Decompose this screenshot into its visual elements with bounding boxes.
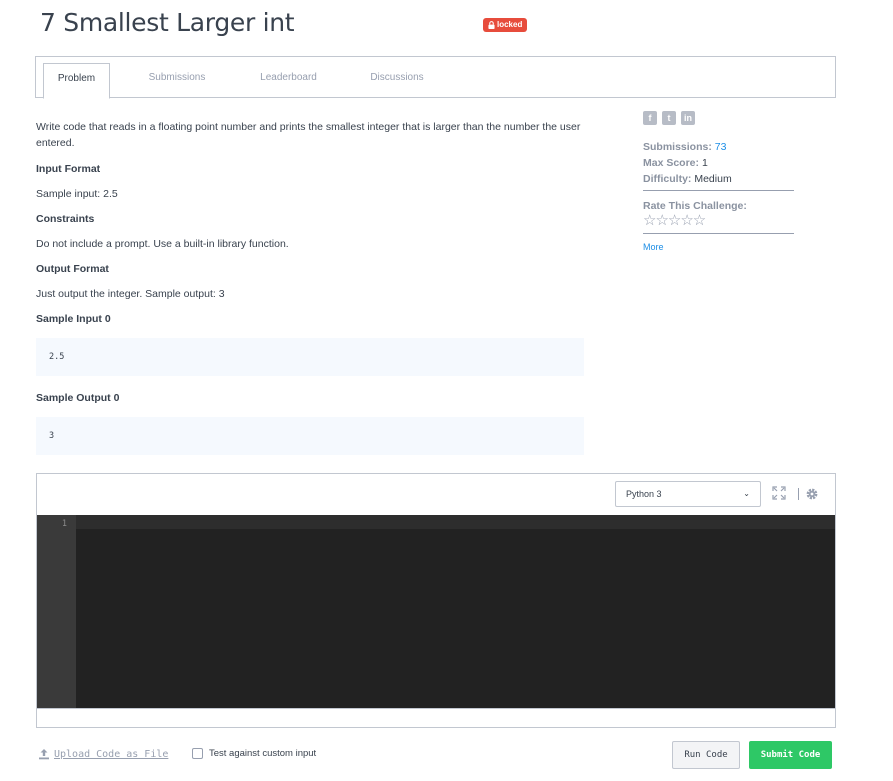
- tab-problem[interactable]: Problem: [43, 63, 110, 99]
- code-textarea[interactable]: 1: [37, 515, 835, 708]
- challenge-tabs: Problem Submissions Leaderboard Discussi…: [35, 56, 836, 99]
- lock-icon: [488, 21, 495, 29]
- linkedin-icon[interactable]: in: [681, 111, 695, 125]
- rating-stars[interactable]: ☆☆☆☆☆: [643, 213, 795, 229]
- active-line: [76, 515, 835, 529]
- editor-statusbar: [37, 708, 835, 727]
- problem-description: Write code that reads in a floating poin…: [36, 121, 581, 149]
- code-body: [76, 529, 835, 708]
- upload-code-label[interactable]: Upload Code as File: [54, 749, 168, 760]
- more-link[interactable]: More: [643, 242, 795, 252]
- tab-discussions[interactable]: Discussions: [358, 67, 436, 99]
- max-score-value: 1: [701, 157, 708, 169]
- custom-input-checkbox[interactable]: [192, 748, 203, 759]
- rate-label: Rate This Challenge:: [643, 200, 747, 212]
- tab-submissions[interactable]: Submissions: [136, 67, 218, 99]
- output-format-text: Just output the integer. Sample output: …: [36, 288, 225, 300]
- page-title: 7 Smallest Larger int: [40, 8, 295, 37]
- code-editor: Python 3 ⌄ 1: [36, 473, 836, 728]
- badge-label: locked: [497, 20, 523, 29]
- upload-icon: [39, 749, 49, 760]
- problem-statement: Write code that reads in a floating poin…: [36, 119, 584, 471]
- sample-output-heading: Sample Output 0: [36, 392, 120, 404]
- language-value: Python 3: [626, 489, 662, 499]
- upload-code-link[interactable]: Upload Code as File: [38, 748, 168, 760]
- chevron-down-icon: ⌄: [743, 489, 750, 498]
- input-format-text: Sample input: 2.5: [36, 188, 118, 200]
- submissions-label: Submissions:: [643, 141, 712, 153]
- sample-input-heading: Sample Input 0: [36, 313, 111, 325]
- divider: [643, 190, 794, 191]
- input-format-heading: Input Format: [36, 163, 101, 175]
- submissions-stat: Submissions: 73: [643, 139, 795, 155]
- challenge-sidebar: f t in Submissions: 73 Max Score: 1 Diff…: [643, 111, 795, 252]
- sample-output-box: 3: [36, 417, 584, 455]
- sample-input-box: 2.5: [36, 338, 584, 376]
- submit-code-button[interactable]: Submit Code: [749, 741, 832, 769]
- fullscreen-icon[interactable]: [772, 486, 786, 500]
- social-share: f t in: [643, 111, 795, 125]
- constraints-text: Do not include a prompt. Use a built-in …: [36, 238, 289, 250]
- run-code-button[interactable]: Run Code: [672, 741, 740, 769]
- locked-badge: locked: [483, 18, 528, 32]
- line-number: 1: [61, 519, 67, 529]
- submissions-count-link[interactable]: 73: [715, 141, 727, 153]
- max-score-label: Max Score:: [643, 157, 700, 169]
- divider: [643, 233, 794, 234]
- constraints-heading: Constraints: [36, 213, 95, 225]
- twitter-icon[interactable]: t: [662, 111, 676, 125]
- difficulty-value: Medium: [694, 173, 732, 185]
- difficulty-stat: Difficulty: Medium: [643, 171, 795, 187]
- toolbar-divider: [798, 488, 799, 500]
- line-gutter: 1: [37, 515, 76, 708]
- language-select[interactable]: Python 3 ⌄: [615, 481, 761, 507]
- gear-icon[interactable]: [805, 487, 819, 501]
- output-format-heading: Output Format: [36, 263, 109, 275]
- editor-toolbar: Python 3 ⌄: [37, 474, 835, 515]
- custom-input-label: Test against custom input: [209, 748, 317, 759]
- max-score-stat: Max Score: 1: [643, 155, 795, 171]
- difficulty-label: Difficulty:: [643, 173, 692, 185]
- custom-input-toggle[interactable]: Test against custom input: [192, 748, 316, 759]
- facebook-icon[interactable]: f: [643, 111, 657, 125]
- tab-leaderboard[interactable]: Leaderboard: [246, 67, 331, 99]
